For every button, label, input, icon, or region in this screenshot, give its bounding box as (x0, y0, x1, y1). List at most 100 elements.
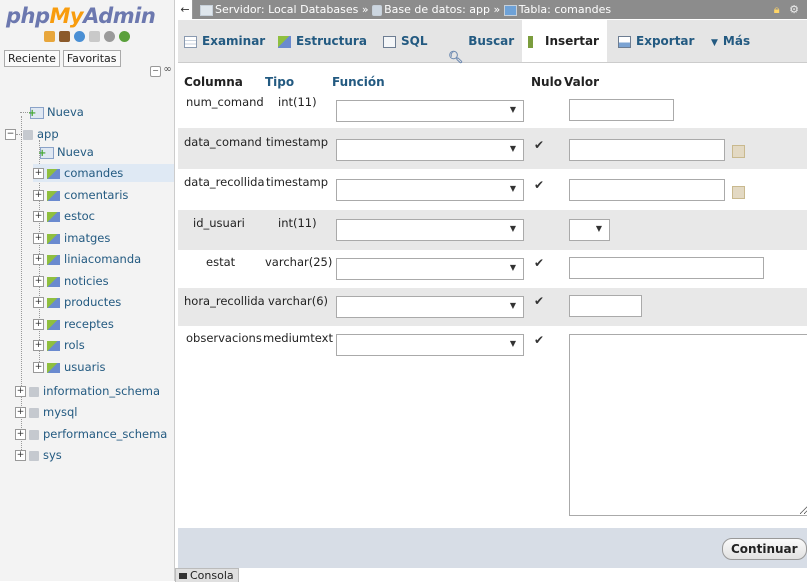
browse-icon (184, 35, 197, 48)
expand-icon[interactable]: + (33, 362, 44, 373)
tab-estructura[interactable]: Estructura (272, 20, 375, 62)
expand-icon[interactable]: + (15, 429, 26, 440)
header-columna: Columna (184, 75, 243, 89)
tab-sql[interactable]: SQL (377, 20, 436, 62)
expand-icon[interactable]: + (33, 319, 44, 330)
function-select[interactable] (336, 219, 524, 241)
expand-icon[interactable]: + (33, 190, 44, 201)
value-input[interactable] (569, 179, 725, 201)
tab-insertar[interactable]: Insertar (522, 20, 607, 62)
reload-icon[interactable] (119, 31, 130, 42)
expand-icon[interactable]: + (33, 211, 44, 222)
table-icon (47, 168, 60, 179)
function-select[interactable] (336, 296, 524, 318)
tree-table-imatges[interactable]: + imatges (33, 229, 110, 247)
tab-bar: Examinar Estructura SQL 🔍︎Buscar Inserta… (178, 20, 807, 64)
tree-table-productes[interactable]: + productes (33, 293, 121, 311)
new-icon (38, 145, 54, 163)
tree-db-sys[interactable]: + sys (15, 446, 62, 464)
value-input[interactable] (569, 99, 674, 121)
function-select[interactable] (336, 258, 524, 280)
expand-icon[interactable]: + (15, 386, 26, 397)
insert-icon (528, 35, 540, 48)
phpmyadmin-logo[interactable]: phpMyAdmin (6, 4, 156, 28)
null-checkbox[interactable]: ✔ (534, 256, 544, 270)
tree-db-information-schema[interactable]: + information_schema (15, 382, 160, 400)
tree-table-comentaris[interactable]: + comentaris (33, 186, 128, 204)
table-icon (47, 297, 60, 308)
null-checkbox[interactable]: ✔ (534, 138, 544, 152)
calendar-icon[interactable] (732, 186, 745, 199)
docs-icon[interactable] (89, 31, 100, 42)
expand-icon[interactable]: + (33, 340, 44, 351)
recent-tab[interactable]: Reciente (4, 50, 60, 67)
header-tipo[interactable]: Tipo (265, 75, 294, 89)
breadcrumb-table[interactable]: Tabla: comandes (519, 3, 611, 16)
function-select[interactable] (336, 100, 524, 122)
sql-icon (383, 35, 396, 48)
tree-db-performance-schema[interactable]: + performance_schema (15, 425, 167, 443)
database-icon (29, 450, 39, 461)
collapse-all-icon[interactable]: − (150, 66, 161, 77)
collapse-link-icons: − ∞ (150, 65, 172, 77)
gear-icon[interactable] (104, 31, 115, 42)
calendar-icon[interactable] (732, 145, 745, 158)
null-checkbox[interactable]: ✔ (534, 294, 544, 308)
tree-table-liniacomanda[interactable]: + liniacomanda (33, 250, 141, 268)
value-textarea[interactable] (569, 334, 807, 516)
favorites-tab[interactable]: Favoritas (62, 50, 121, 67)
expand-icon[interactable]: + (33, 297, 44, 308)
function-select[interactable] (336, 334, 524, 356)
expand-icon[interactable]: + (33, 233, 44, 244)
tree-table-estoc[interactable]: + estoc (33, 207, 95, 225)
tree-table-usuaris[interactable]: + usuaris (33, 358, 106, 376)
expand-icon[interactable]: + (33, 276, 44, 287)
breadcrumb-server[interactable]: Servidor: Local Databases (215, 3, 358, 16)
collapse-icon[interactable]: − (5, 129, 16, 140)
expand-icon[interactable]: + (33, 254, 44, 265)
null-checkbox[interactable]: ✔ (534, 333, 544, 347)
table-icon (47, 362, 60, 373)
help-icon[interactable] (74, 31, 85, 42)
lock-icon[interactable]: 🔒︎ (774, 0, 780, 19)
gear-icon[interactable]: ⚙ (789, 0, 799, 19)
value-input[interactable] (569, 139, 725, 161)
tree-item-new-root[interactable]: Nueva (20, 103, 84, 123)
console-tab[interactable]: Consola (175, 568, 239, 582)
tree-table-rols[interactable]: + rols (33, 336, 85, 354)
expand-icon[interactable]: + (15, 450, 26, 461)
tree-item-app-new[interactable]: Nueva (38, 143, 94, 163)
export-icon (618, 35, 631, 48)
table-icon (47, 211, 60, 222)
tab-buscar[interactable]: 🔍︎Buscar (442, 20, 522, 64)
table-icon (503, 4, 517, 16)
quick-icons (44, 31, 130, 42)
value-select[interactable] (569, 219, 610, 241)
value-input[interactable] (569, 295, 642, 317)
continue-button[interactable]: Continuar (722, 538, 807, 560)
value-input[interactable] (569, 257, 764, 279)
tab-exportar[interactable]: Exportar (612, 20, 702, 62)
home-icon[interactable] (44, 31, 55, 42)
header-funcion[interactable]: Función (332, 75, 385, 89)
function-select[interactable] (336, 139, 524, 161)
tree-table-comandes[interactable]: + comandes (33, 164, 174, 182)
function-select[interactable] (336, 179, 524, 201)
link-icon[interactable]: ∞ (163, 65, 172, 75)
logout-icon[interactable] (59, 31, 70, 42)
collapse-nav-arrow-icon[interactable]: ← (178, 0, 193, 19)
tree-db-app[interactable]: − app (5, 125, 59, 143)
tree-table-receptes[interactable]: + receptes (33, 315, 114, 333)
breadcrumb-database[interactable]: Base de datos: app (384, 3, 490, 16)
column-type: timestamp (266, 135, 329, 149)
expand-icon[interactable]: + (15, 407, 26, 418)
header-valor: Valor (564, 75, 600, 89)
tab-mas[interactable]: ▼ Más (705, 20, 758, 62)
chevron-down-icon: ▼ (711, 38, 718, 48)
expand-icon[interactable]: + (33, 168, 44, 179)
null-checkbox[interactable]: ✔ (534, 178, 544, 192)
tree-table-noticies[interactable]: + noticies (33, 272, 109, 290)
table-icon (47, 233, 60, 244)
tree-db-mysql[interactable]: + mysql (15, 403, 78, 421)
tab-examinar[interactable]: Examinar (178, 20, 273, 62)
